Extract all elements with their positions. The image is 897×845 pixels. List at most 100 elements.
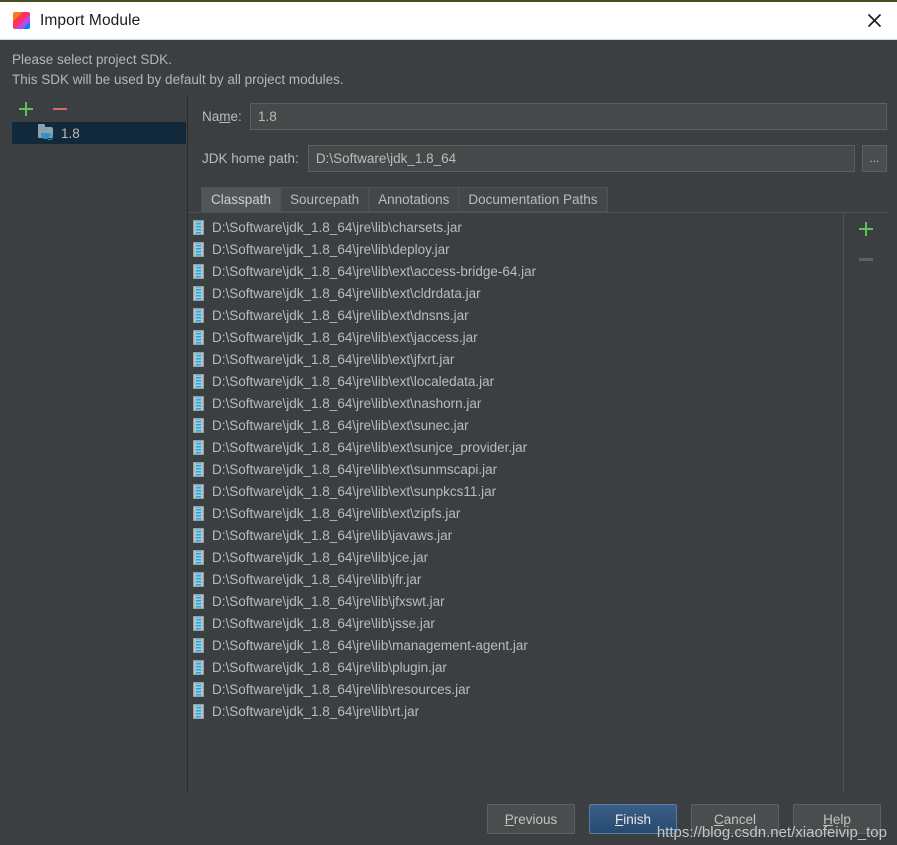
sdk-list-item-label: 1.8: [61, 125, 80, 141]
classpath-entry-path: D:\Software\jdk_1.8_64\jre\lib\jfr.jar: [212, 571, 422, 587]
classpath-list-item[interactable]: D:\Software\jdk_1.8_64\jre\lib\resources…: [188, 678, 843, 700]
cancel-button[interactable]: Cancel: [691, 804, 779, 834]
classpath-entry-path: D:\Software\jdk_1.8_64\jre\lib\ext\sunms…: [212, 461, 498, 477]
classpath-list-item[interactable]: D:\Software\jdk_1.8_64\jre\lib\ext\jacce…: [188, 326, 843, 348]
finish-button[interactable]: Finish: [589, 804, 677, 834]
classpath-list-item[interactable]: D:\Software\jdk_1.8_64\jre\lib\deploy.ja…: [188, 238, 843, 260]
jar-file-icon: [193, 571, 204, 587]
jar-file-icon: [193, 461, 204, 477]
tab-label: Classpath: [211, 192, 272, 207]
tab-classpath[interactable]: Classpath: [201, 187, 281, 212]
classpath-list-item[interactable]: D:\Software\jdk_1.8_64\jre\lib\charsets.…: [188, 216, 843, 238]
classpath-list[interactable]: D:\Software\jdk_1.8_64\jre\lib\charsets.…: [188, 213, 843, 793]
dialog-footer: Previous Finish Cancel Help https://blog.csd…: [0, 793, 897, 845]
classpath-list-item[interactable]: D:\Software\jdk_1.8_64\jre\lib\jce.jar: [188, 546, 843, 568]
sdk-tabs: Classpath Sourcepath Annotations Documentat…: [201, 187, 887, 212]
jar-file-icon: [193, 439, 204, 455]
jar-file-icon: [193, 637, 204, 653]
classpath-list-item[interactable]: D:\Software\jdk_1.8_64\jre\lib\ext\sunms…: [188, 458, 843, 480]
jar-file-icon: [193, 395, 204, 411]
classpath-entry-path: D:\Software\jdk_1.8_64\jre\lib\ext\local…: [212, 373, 495, 389]
classpath-entry-path: D:\Software\jdk_1.8_64\jre\lib\ext\jfxrt…: [212, 351, 455, 367]
classpath-entry-path: D:\Software\jdk_1.8_64\jre\lib\ext\sunpk…: [212, 483, 497, 499]
classpath-entry-path: D:\Software\jdk_1.8_64\jre\lib\rt.jar: [212, 703, 420, 719]
description-line-1: Please select project SDK.: [12, 52, 172, 67]
help-button[interactable]: Help: [793, 804, 881, 834]
jar-file-icon: [193, 703, 204, 719]
jar-file-icon: [193, 329, 204, 345]
classpath-entry-path: D:\Software\jdk_1.8_64\jre\lib\ext\dnsns…: [212, 307, 469, 323]
jar-file-icon: [193, 505, 204, 521]
jdk-home-path-label: JDK home path:: [202, 150, 299, 166]
classpath-entry-path: D:\Software\jdk_1.8_64\jre\lib\ext\jacce…: [212, 329, 478, 345]
classpath-list-item[interactable]: D:\Software\jdk_1.8_64\jre\lib\ext\sunec…: [188, 414, 843, 436]
name-input[interactable]: [250, 102, 887, 130]
classpath-list-item[interactable]: D:\Software\jdk_1.8_64\jre\lib\javaws.ja…: [188, 524, 843, 546]
jar-file-icon: [193, 615, 204, 631]
classpath-list-item[interactable]: D:\Software\jdk_1.8_64\jre\lib\jfr.jar: [188, 568, 843, 590]
classpath-entry-path: D:\Software\jdk_1.8_64\jre\lib\ext\cldrd…: [212, 285, 481, 301]
tab-annotations[interactable]: Annotations: [368, 187, 459, 212]
dialog-description: Please select project SDK. This SDK will…: [0, 40, 897, 96]
add-classpath-entry-icon[interactable]: [858, 221, 874, 237]
jar-file-icon: [193, 527, 204, 543]
classpath-list-item[interactable]: D:\Software\jdk_1.8_64\jre\lib\ext\jfxrt…: [188, 348, 843, 370]
jdk-home-path-row: JDK home path: ...: [188, 144, 887, 172]
classpath-list-item[interactable]: D:\Software\jdk_1.8_64\jre\lib\ext\nasho…: [188, 392, 843, 414]
classpath-list-item[interactable]: D:\Software\jdk_1.8_64\jre\lib\ext\local…: [188, 370, 843, 392]
previous-button[interactable]: Previous: [487, 804, 575, 834]
classpath-entry-path: D:\Software\jdk_1.8_64\jre\lib\charsets.…: [212, 219, 462, 235]
classpath-list-item[interactable]: D:\Software\jdk_1.8_64\jre\lib\ext\zipfs…: [188, 502, 843, 524]
classpath-entry-path: D:\Software\jdk_1.8_64\jre\lib\ext\sunjc…: [212, 439, 528, 455]
classpath-list-item[interactable]: D:\Software\jdk_1.8_64\jre\lib\ext\cldrd…: [188, 282, 843, 304]
close-icon[interactable]: [851, 2, 897, 39]
tab-label: Sourcepath: [290, 192, 360, 207]
name-field-row: Name:: [188, 100, 887, 132]
jar-file-icon: [193, 307, 204, 323]
classpath-entry-path: D:\Software\jdk_1.8_64\jre\lib\resources…: [212, 681, 471, 697]
intellij-idea-icon: [13, 12, 30, 29]
dialog-body: 1.8 Name: JDK home path: ... Classpath So…: [0, 96, 897, 793]
classpath-entry-path: D:\Software\jdk_1.8_64\jre\lib\jfxswt.ja…: [212, 593, 445, 609]
classpath-entry-path: D:\Software\jdk_1.8_64\jre\lib\managemen…: [212, 637, 528, 653]
remove-sdk-icon[interactable]: [52, 101, 68, 117]
jdk-folder-icon: [38, 124, 54, 140]
jar-file-icon: [193, 483, 204, 499]
add-sdk-icon[interactable]: [18, 101, 34, 117]
classpath-list-item[interactable]: D:\Software\jdk_1.8_64\jre\lib\ext\sunpk…: [188, 480, 843, 502]
classpath-list-item[interactable]: D:\Software\jdk_1.8_64\jre\lib\ext\dnsns…: [188, 304, 843, 326]
jar-file-icon: [193, 593, 204, 609]
tab-label: Annotations: [378, 192, 450, 207]
tab-label: Documentation Paths: [468, 192, 598, 207]
jar-file-icon: [193, 285, 204, 301]
window-title: Import Module: [40, 11, 141, 29]
classpath-list-item[interactable]: D:\Software\jdk_1.8_64\jre\lib\jfxswt.ja…: [188, 590, 843, 612]
classpath-list-item[interactable]: D:\Software\jdk_1.8_64\jre\lib\plugin.ja…: [188, 656, 843, 678]
classpath-entry-path: D:\Software\jdk_1.8_64\jre\lib\plugin.ja…: [212, 659, 447, 675]
classpath-entry-path: D:\Software\jdk_1.8_64\jre\lib\jsse.jar: [212, 615, 435, 631]
jar-file-icon: [193, 219, 204, 235]
description-line-2: This SDK will be used by default by all …: [12, 72, 344, 87]
classpath-entry-path: D:\Software\jdk_1.8_64\jre\lib\deploy.ja…: [212, 241, 450, 257]
jar-file-icon: [193, 373, 204, 389]
classpath-entry-path: D:\Software\jdk_1.8_64\jre\lib\jce.jar: [212, 549, 429, 565]
classpath-list-item[interactable]: D:\Software\jdk_1.8_64\jre\lib\rt.jar: [188, 700, 843, 722]
tab-documentation-paths[interactable]: Documentation Paths: [458, 187, 608, 212]
jdk-home-path-input[interactable]: [307, 144, 855, 172]
classpath-list-item[interactable]: D:\Software\jdk_1.8_64\jre\lib\ext\sunjc…: [188, 436, 843, 458]
sdk-detail-panel: Name: JDK home path: ... Classpath Source…: [188, 96, 897, 793]
classpath-list-item[interactable]: D:\Software\jdk_1.8_64\jre\lib\jsse.jar: [188, 612, 843, 634]
sdk-list[interactable]: 1.8: [0, 122, 187, 793]
jar-file-icon: [193, 549, 204, 565]
classpath-list-item[interactable]: D:\Software\jdk_1.8_64\jre\lib\ext\acces…: [188, 260, 843, 282]
sdk-sidebar: 1.8: [0, 96, 188, 793]
browse-button[interactable]: ...: [862, 144, 887, 172]
classpath-entry-path: D:\Software\jdk_1.8_64\jre\lib\javaws.ja…: [212, 527, 453, 543]
sdk-list-item[interactable]: 1.8: [12, 122, 186, 144]
classpath-toolbar: [843, 213, 887, 793]
classpath-entry-path: D:\Software\jdk_1.8_64\jre\lib\ext\nasho…: [212, 395, 482, 411]
jar-file-icon: [193, 241, 204, 257]
tab-sourcepath[interactable]: Sourcepath: [280, 187, 369, 212]
remove-classpath-entry-icon: [858, 251, 874, 267]
classpath-list-item[interactable]: D:\Software\jdk_1.8_64\jre\lib\managemen…: [188, 634, 843, 656]
